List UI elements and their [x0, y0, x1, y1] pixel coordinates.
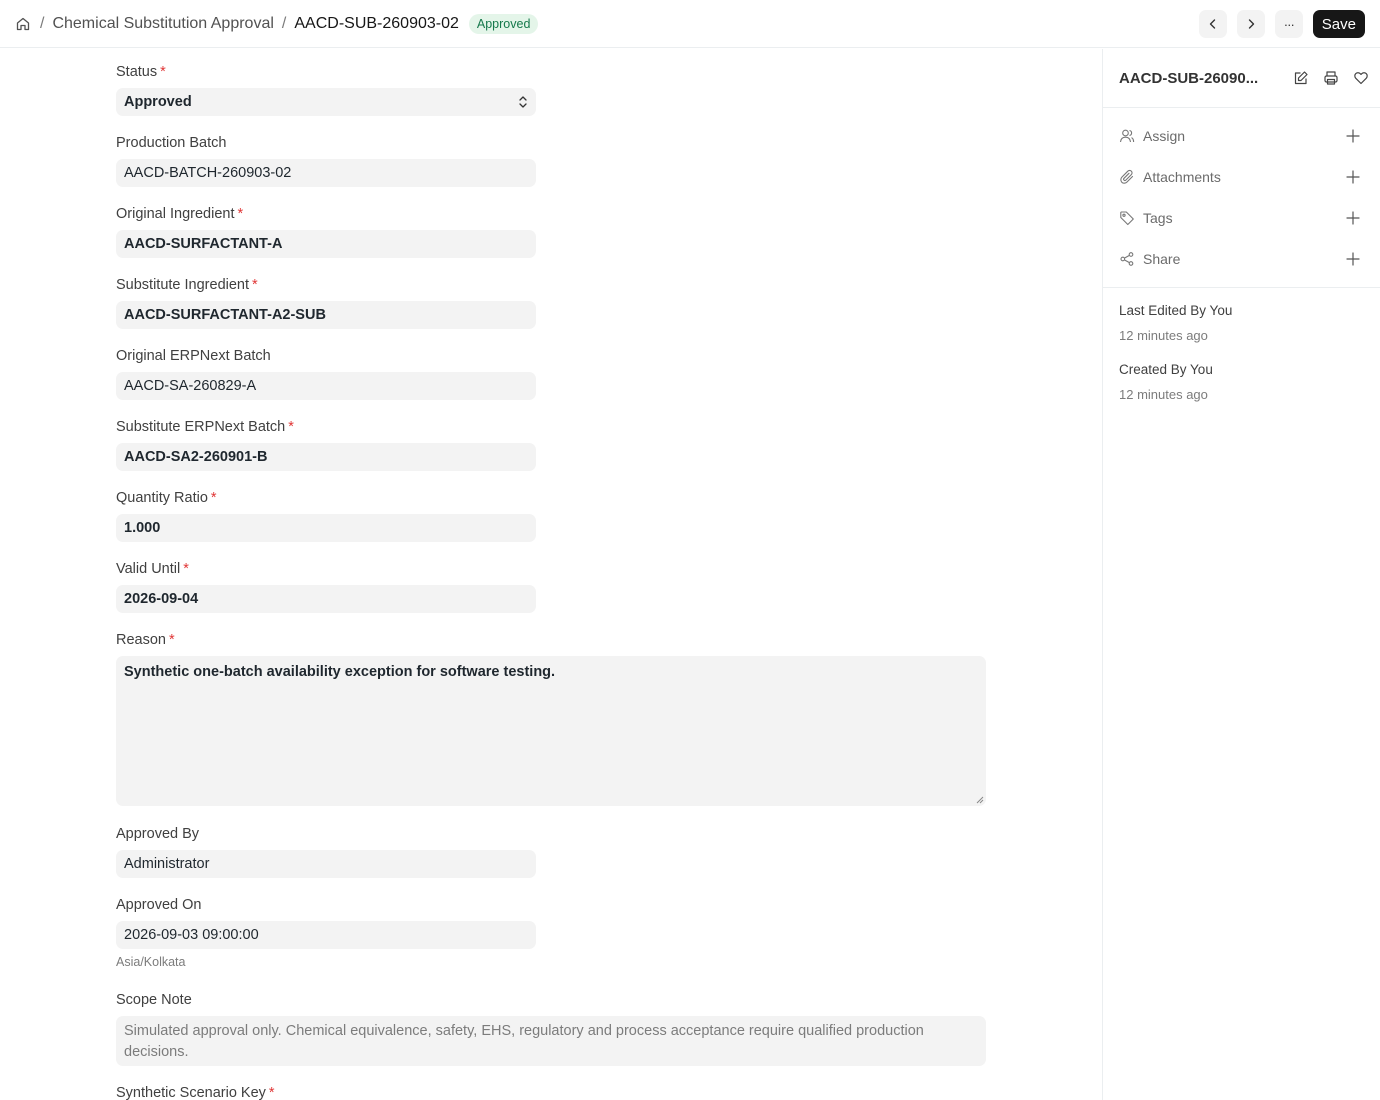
resize-handle-icon[interactable]	[975, 795, 984, 804]
add-assign-icon[interactable]	[1345, 128, 1361, 144]
tag-icon	[1119, 210, 1135, 226]
production-batch-label: Production Batch	[116, 135, 227, 151]
valid-until-label: Valid Until *	[116, 561, 189, 577]
approved-on-input[interactable]: 2026-09-03 09:00:00	[116, 921, 536, 949]
substitute-ingredient-field: Substitute Ingredient * AACD-SURFACTANT-A…	[116, 275, 536, 329]
approved-on-label: Approved On	[116, 897, 202, 913]
scenario-key-label: Synthetic Scenario Key *	[116, 1085, 275, 1100]
substitute-ingredient-input[interactable]: AACD-SURFACTANT-A2-SUB	[116, 301, 536, 329]
approved-by-input[interactable]: Administrator	[116, 850, 536, 878]
breadcrumb: / Chemical Substitution Approval / AACD-…	[14, 0, 539, 48]
created-time: 12 minutes ago	[1119, 387, 1208, 402]
quantity-ratio-label: Quantity Ratio *	[116, 490, 217, 506]
last-edited-title: Last Edited By You	[1119, 303, 1233, 318]
scope-note-field: Scope Note Simulated approval only. Chem…	[116, 990, 986, 1066]
chevron-right-icon	[1248, 19, 1254, 29]
toolbar: ··· Save	[1198, 10, 1365, 38]
next-record-button[interactable]	[1236, 10, 1265, 38]
original-batch-input[interactable]: AACD-SA-260829-A	[116, 372, 536, 400]
scope-note-label: Scope Note	[116, 992, 192, 1008]
add-tag-icon[interactable]	[1345, 210, 1361, 226]
paperclip-icon	[1119, 169, 1135, 185]
approved-by-label: Approved By	[116, 826, 200, 842]
sidebar: AACD-SUB-26090... Assign Attachments Tag…	[1102, 49, 1380, 1100]
production-batch-input[interactable]: AACD-BATCH-260903-02	[116, 159, 536, 187]
sidebar-item-label: Attachments	[1143, 169, 1221, 185]
breadcrumb-separator: /	[40, 15, 45, 32]
select-arrows-icon	[519, 96, 527, 108]
status-field: Status * Approved	[116, 62, 536, 116]
quantity-ratio-input[interactable]: 1.000	[116, 514, 536, 542]
substitute-ingredient-label: Substitute Ingredient *	[116, 277, 258, 293]
divider	[1103, 107, 1380, 108]
save-button[interactable]: Save	[1312, 10, 1365, 38]
scope-note-text: Simulated approval only. Chemical equiva…	[116, 1016, 986, 1066]
original-ingredient-input[interactable]: AACD-SURFACTANT-A	[116, 230, 536, 258]
reason-field: Reason * Synthetic one-batch availability…	[116, 630, 986, 806]
sidebar-item-attachments[interactable]: Attachments	[1119, 167, 1380, 187]
page-title: AACD-SUB-260903-02	[294, 15, 459, 32]
scenario-key-field: Synthetic Scenario Key *	[116, 1083, 275, 1100]
valid-until-field: Valid Until * 2026-09-04	[116, 559, 536, 613]
sidebar-header-actions	[1293, 67, 1369, 89]
sidebar-item-label: Tags	[1143, 210, 1173, 226]
print-icon[interactable]	[1323, 70, 1339, 86]
breadcrumb-doctype-link[interactable]: Chemical Substitution Approval	[52, 15, 273, 33]
status-badge: Approved	[468, 14, 539, 34]
substitute-batch-input[interactable]: AACD-SA2-260901-B	[116, 443, 536, 471]
status-select[interactable]: Approved	[116, 88, 536, 116]
original-ingredient-field: Original Ingredient * AACD-SURFACTANT-A	[116, 204, 536, 258]
share-icon	[1119, 251, 1135, 267]
approved-on-field: Approved On 2026-09-03 09:00:00 Asia/Kol…	[116, 895, 536, 969]
timezone-hint: Asia/Kolkata	[116, 955, 186, 969]
substitute-batch-label: Substitute ERPNext Batch *	[116, 419, 294, 435]
divider	[1103, 287, 1380, 288]
sidebar-item-label: Assign	[1143, 128, 1186, 144]
form-area: Status * Approved Production Batch AACD-B…	[0, 49, 1102, 1100]
valid-until-input[interactable]: 2026-09-04	[116, 585, 536, 613]
production-batch-field: Production Batch AACD-BATCH-260903-02	[116, 133, 536, 187]
original-ingredient-label: Original Ingredient *	[116, 206, 244, 222]
edit-icon[interactable]	[1293, 70, 1309, 86]
chevron-left-icon	[1209, 19, 1215, 29]
sidebar-header: AACD-SUB-26090...	[1119, 67, 1375, 89]
add-share-icon[interactable]	[1345, 251, 1361, 267]
reason-textarea[interactable]: Synthetic one-batch availability excepti…	[116, 656, 986, 806]
status-value: Approved	[124, 94, 192, 110]
sidebar-item-assign[interactable]: Assign	[1119, 126, 1380, 146]
page-header: / Chemical Substitution Approval / AACD-…	[0, 0, 1380, 48]
original-batch-label: Original ERPNext Batch	[116, 348, 271, 364]
home-icon[interactable]	[14, 15, 32, 33]
heart-icon[interactable]	[1353, 70, 1369, 86]
more-icon: ···	[1283, 16, 1295, 32]
sidebar-item-tags[interactable]: Tags	[1119, 208, 1380, 228]
sidebar-title: AACD-SUB-26090...	[1119, 69, 1259, 87]
add-attachment-icon[interactable]	[1345, 169, 1361, 185]
previous-record-button[interactable]	[1198, 10, 1227, 38]
status-label: Status *	[116, 64, 166, 80]
reason-text: Synthetic one-batch availability excepti…	[124, 664, 556, 680]
approved-by-field: Approved By Administrator	[116, 824, 536, 878]
last-edited-time: 12 minutes ago	[1119, 328, 1208, 343]
sidebar-item-share[interactable]: Share	[1119, 249, 1380, 269]
user-icon	[1119, 128, 1135, 144]
reason-label: Reason *	[116, 632, 175, 648]
sidebar-item-label: Share	[1143, 251, 1181, 267]
created-title: Created By You	[1119, 362, 1213, 377]
more-actions-button[interactable]: ···	[1274, 10, 1303, 38]
original-batch-field: Original ERPNext Batch AACD-SA-260829-A	[116, 346, 536, 400]
quantity-ratio-field: Quantity Ratio * 1.000	[116, 488, 536, 542]
breadcrumb-separator: /	[281, 15, 287, 32]
substitute-batch-field: Substitute ERPNext Batch * AACD-SA2-26090…	[116, 417, 536, 471]
